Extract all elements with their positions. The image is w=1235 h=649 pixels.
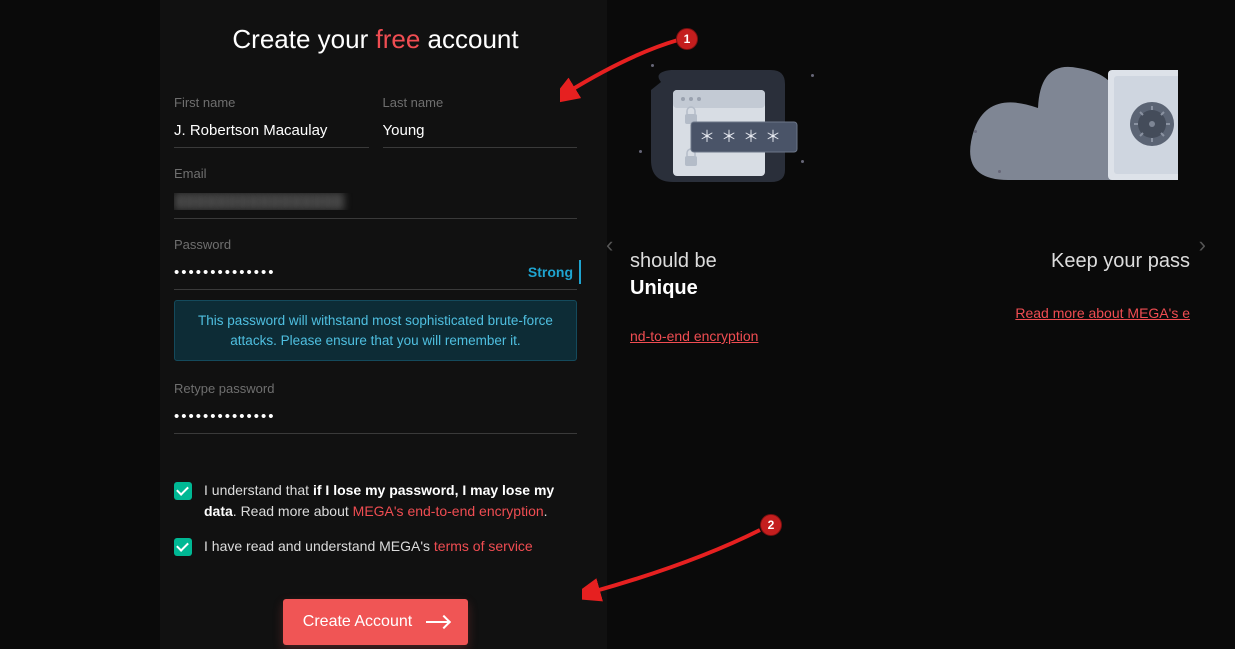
annotation-marker-1: 1	[676, 28, 698, 50]
signup-form-panel: Create your free account First name Last…	[160, 0, 607, 649]
vault-illustration	[968, 60, 1178, 200]
password-card-illustration: ＊＊＊＊	[643, 60, 853, 200]
card2-line1: Keep your pass	[955, 250, 1190, 273]
consent-data-loss-checkbox[interactable]	[174, 482, 192, 500]
create-button-label: Create Account	[303, 613, 412, 631]
last-name-label: Last name	[383, 95, 578, 110]
chevron-left-icon[interactable]: ‹	[606, 232, 613, 258]
page-title: Create your free account	[174, 24, 577, 55]
consent2-pre: I have read and understand MEGA's	[204, 538, 434, 554]
retype-password-input[interactable]	[174, 402, 577, 434]
first-name-label: First name	[174, 95, 369, 110]
email-label: Email	[174, 166, 577, 181]
carousel-card-safe: Keep your pass Read more about MEGA's e	[955, 60, 1190, 346]
annotation-arrow-2	[582, 524, 772, 604]
retype-label: Retype password	[174, 381, 577, 396]
password-field-wrap: Password Strong	[174, 237, 577, 290]
arrow-right-icon	[426, 621, 448, 623]
last-name-field: Last name	[383, 95, 578, 148]
consent-tos-row: I have read and understand MEGA's terms …	[174, 536, 577, 557]
email-field[interactable]	[174, 187, 577, 219]
create-account-button[interactable]: Create Account	[283, 599, 468, 645]
consent1-post: .	[544, 503, 548, 519]
password-tip: This password will withstand most sophis…	[174, 300, 577, 361]
card2-link[interactable]: Read more about MEGA's e	[1015, 305, 1190, 321]
consent1-pre: I understand that	[204, 482, 313, 498]
card1-line1: should be	[630, 250, 865, 273]
consent1-mid: . Read more about	[233, 503, 353, 519]
retype-field-wrap: Retype password	[174, 381, 577, 434]
encryption-link[interactable]: MEGA's end-to-end encryption	[353, 503, 544, 519]
consent-data-loss-row: I understand that if I lose my password,…	[174, 480, 577, 522]
info-carousel: ‹ ＊＊＊＊ should be Unique n	[630, 60, 1190, 346]
password-strength: Strong	[528, 264, 573, 280]
annotation-marker-2: 2	[760, 514, 782, 536]
first-name-field: First name	[174, 95, 369, 148]
email-field-wrap: Email	[174, 166, 577, 219]
card1-link[interactable]: nd-to-end encryption	[630, 328, 758, 344]
first-name-input[interactable]	[174, 116, 369, 148]
last-name-input[interactable]	[383, 116, 578, 148]
password-strength-bar	[579, 260, 581, 284]
password-input[interactable]	[174, 258, 577, 290]
password-label: Password	[174, 237, 577, 252]
carousel-card-unique: ＊＊＊＊ should be Unique nd-to-end encrypti…	[630, 60, 865, 346]
title-pre: Create your	[232, 24, 375, 54]
consent-tos-checkbox[interactable]	[174, 538, 192, 556]
card1-line2: Unique	[630, 277, 865, 300]
tos-link[interactable]: terms of service	[434, 538, 533, 554]
chevron-right-icon[interactable]: ›	[1199, 232, 1206, 258]
title-post: account	[420, 24, 518, 54]
title-highlight: free	[375, 24, 420, 54]
svg-text:＊＊＊＊: ＊＊＊＊	[698, 127, 786, 146]
